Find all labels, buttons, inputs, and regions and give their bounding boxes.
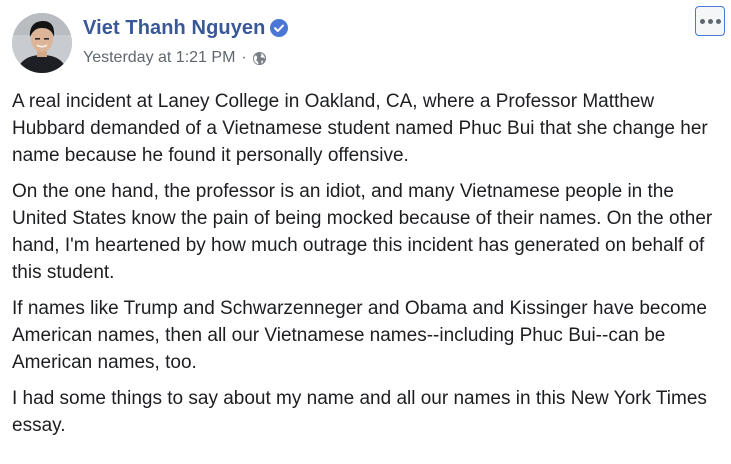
post-header: Viet Thanh Nguyen Yesterday at 1:21 PM · (83, 15, 289, 67)
profile-photo (12, 13, 72, 73)
post-meta: Yesterday at 1:21 PM · (83, 49, 288, 67)
post-timestamp[interactable]: Yesterday at 1:21 PM (83, 49, 235, 67)
meta-separator: · (241, 49, 247, 66)
more-options-icon (699, 18, 721, 24)
author-name[interactable]: Viet Thanh Nguyen (83, 17, 265, 40)
post-paragraph: I had some things to say about my name a… (12, 388, 707, 436)
facebook-post: Viet Thanh Nguyen Yesterday at 1:21 PM · (0, 0, 731, 464)
post-paragraph: On the one hand, the professor is an idi… (12, 181, 713, 283)
globe-icon[interactable] (252, 51, 267, 66)
post-paragraph: A real incident at Laney College in Oakl… (12, 91, 708, 166)
post-body: A real incident at Laney College in Oakl… (12, 88, 724, 448)
verified-badge-icon (270, 19, 289, 37)
author-row: Viet Thanh Nguyen (83, 15, 289, 41)
post-paragraph: If names like Trump and Schwarzenneger a… (12, 298, 707, 373)
more-options-button[interactable] (695, 6, 725, 36)
avatar[interactable] (12, 13, 72, 73)
